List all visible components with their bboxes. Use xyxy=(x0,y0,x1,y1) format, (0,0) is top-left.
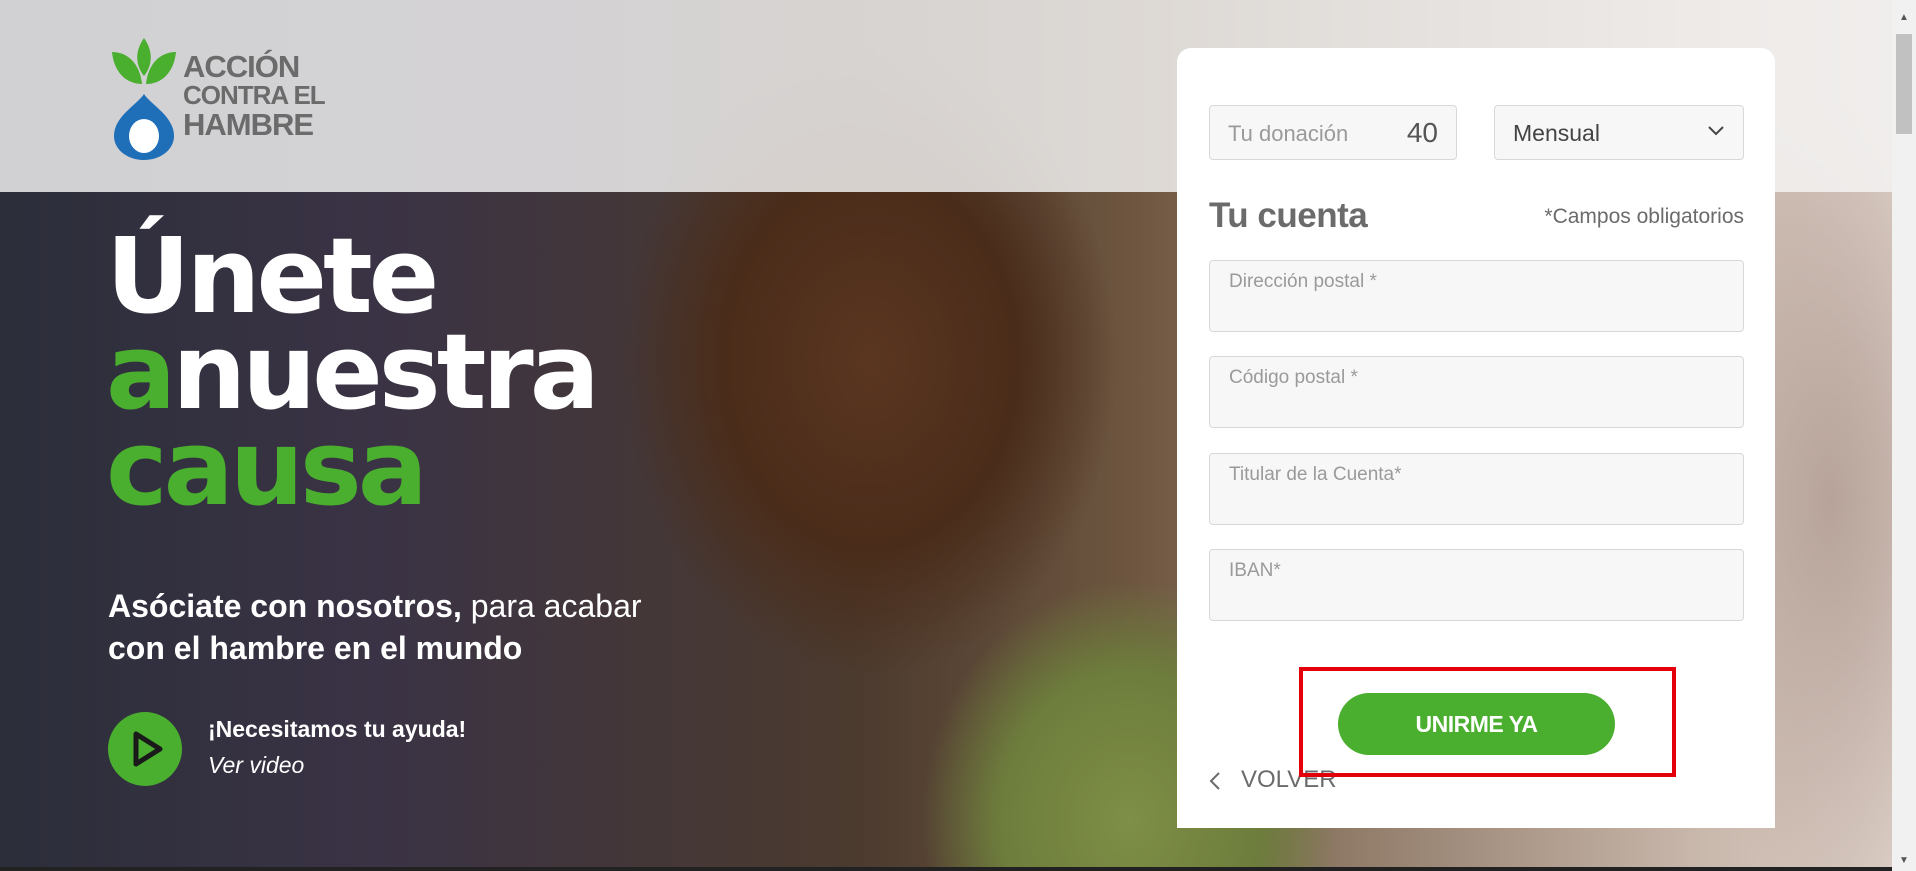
highlight-box xyxy=(1299,667,1676,777)
account-holder-field[interactable]: Titular de la Cuenta* xyxy=(1209,453,1744,525)
subtitle-bold: Asóciate con nosotros, xyxy=(108,588,462,624)
hero-headline: Únete anuestra causa xyxy=(106,224,600,520)
frequency-value: Mensual xyxy=(1513,120,1600,146)
donation-value: 40 xyxy=(1406,117,1438,148)
leaf-drop-logo-icon xyxy=(112,38,176,160)
logo-line-3: HAMBRE xyxy=(183,107,314,142)
logo-line-1: ACCIÓN xyxy=(183,49,300,84)
logo[interactable]: ACCIÓN CONTRA EL HAMBRE xyxy=(108,32,338,162)
chevron-down-icon xyxy=(1708,126,1724,136)
scrollbar[interactable]: ▲ ▼ xyxy=(1892,0,1916,871)
logo-line-2: CONTRA EL xyxy=(183,80,326,110)
scrollbar-thumb[interactable] xyxy=(1896,34,1912,134)
bottom-edge xyxy=(0,867,1892,871)
subtitle-line-2: con el hambre en el mundo xyxy=(108,630,523,666)
account-holder-placeholder: Titular de la Cuenta* xyxy=(1229,464,1402,485)
scroll-down-arrow-icon[interactable]: ▼ xyxy=(1892,851,1916,871)
required-fields-note: *Campos obligatorios xyxy=(1544,205,1744,228)
scroll-up-arrow-icon[interactable]: ▲ xyxy=(1892,8,1916,28)
postal-code-placeholder: Código postal * xyxy=(1229,367,1358,388)
play-video-button[interactable] xyxy=(108,712,182,786)
iban-field[interactable]: IBAN* xyxy=(1209,549,1744,621)
donation-label: Tu donación xyxy=(1228,121,1349,146)
headline-line-3: causa xyxy=(106,407,428,529)
chevron-left-icon xyxy=(1209,771,1220,790)
donation-amount-field[interactable]: Tu donación 40 xyxy=(1209,105,1457,160)
hero-subtitle: Asóciate con nosotros, para acabar con e… xyxy=(108,585,708,669)
postal-code-field[interactable]: Código postal * xyxy=(1209,356,1744,428)
postal-address-field[interactable]: Dirección postal * xyxy=(1209,260,1744,332)
play-icon xyxy=(133,731,163,767)
frequency-select[interactable]: Mensual xyxy=(1494,105,1744,160)
subtitle-regular: para acabar xyxy=(461,588,642,624)
section-title: Tu cuenta xyxy=(1209,196,1368,235)
video-title: ¡Necesitamos tu ayuda! xyxy=(208,716,467,742)
logo-text: ACCIÓN CONTRA EL HAMBRE xyxy=(183,49,326,142)
iban-placeholder: IBAN* xyxy=(1229,560,1281,581)
postal-address-placeholder: Dirección postal * xyxy=(1229,271,1377,292)
video-link[interactable]: Ver video xyxy=(208,752,304,779)
